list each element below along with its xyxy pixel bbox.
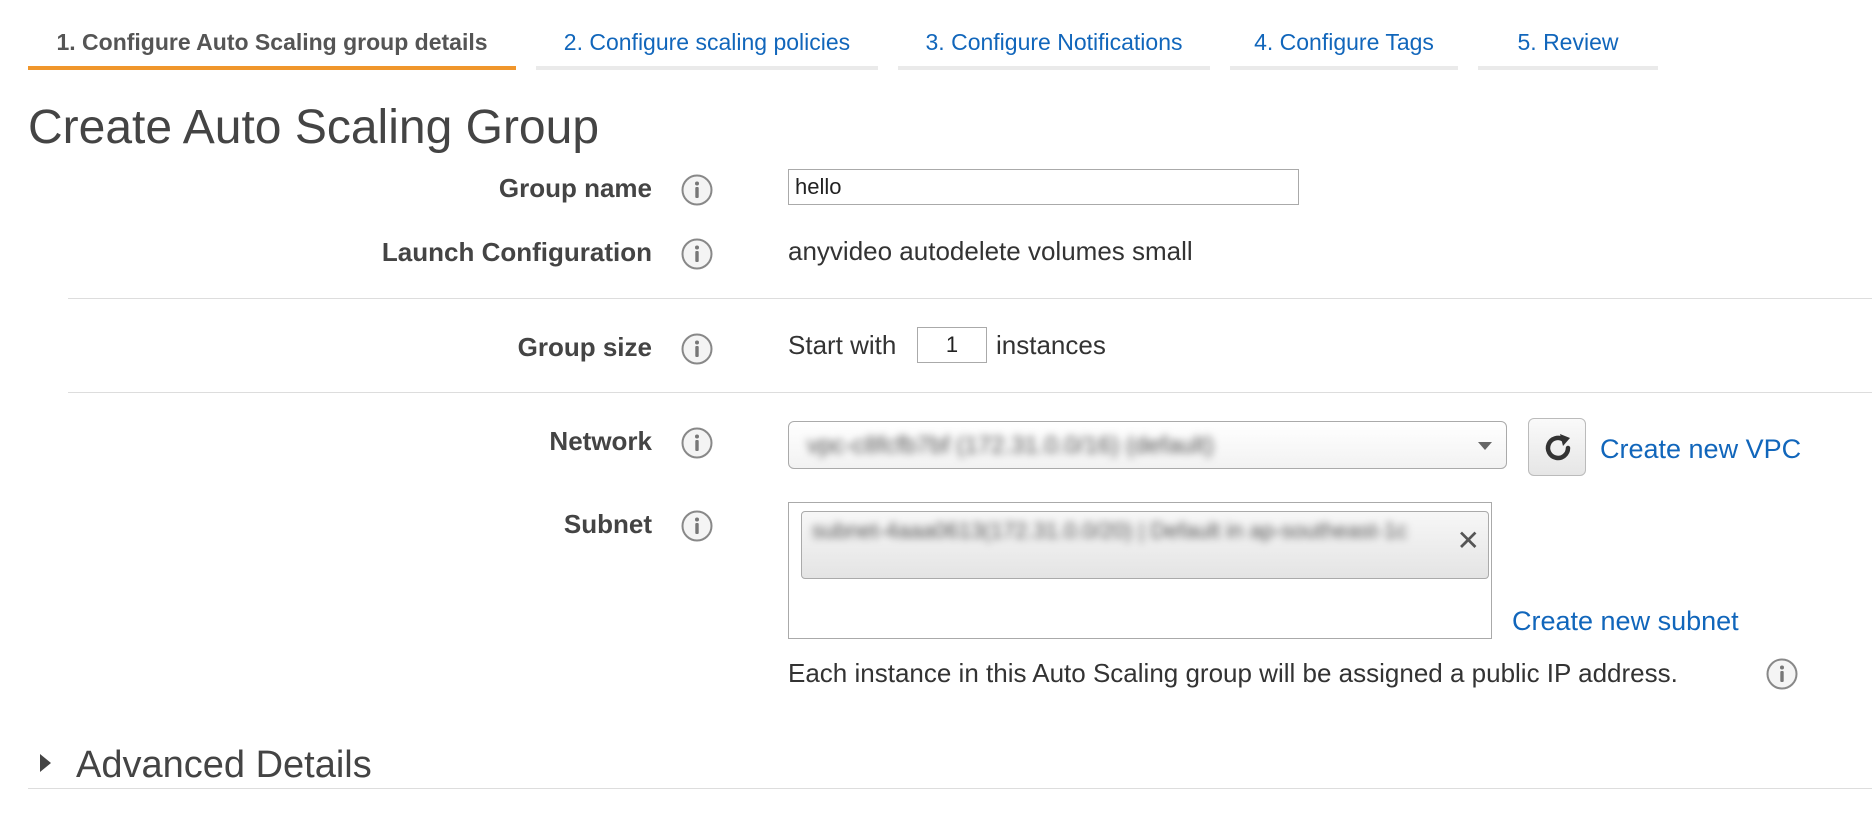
info-icon[interactable] [1766, 658, 1798, 690]
tab-scaling-policies[interactable]: 2. Configure scaling policies [536, 18, 878, 70]
refresh-networks-button[interactable] [1528, 418, 1586, 476]
chevron-down-icon [1478, 442, 1492, 450]
caret-right-icon[interactable] [40, 754, 51, 772]
network-select[interactable]: vpc-c8fcfb7bf (172.31.0.0/16) (default) [788, 421, 1507, 469]
tab-configure-details[interactable]: 1. Configure Auto Scaling group details [28, 18, 516, 70]
close-icon[interactable]: ✕ [1457, 526, 1480, 556]
create-new-subnet-link[interactable]: Create new subnet [1512, 606, 1739, 637]
network-selected-value: vpc-c8fcfb7bf (172.31.0.0/16) (default) [807, 432, 1214, 459]
launch-configuration-label: Launch Configuration [381, 237, 652, 267]
divider [28, 788, 1872, 789]
public-ip-note: Each instance in this Auto Scaling group… [788, 658, 1678, 688]
info-icon[interactable] [681, 427, 713, 459]
advanced-details-toggle[interactable]: Advanced Details [76, 744, 372, 787]
tab-review[interactable]: 5. Review [1478, 18, 1658, 70]
instance-count-input[interactable] [917, 327, 987, 363]
network-label: Network [549, 426, 652, 456]
subnet-label: Subnet [563, 509, 652, 539]
group-name-label: Group name [498, 173, 652, 203]
subnet-multiselect[interactable]: subnet-4aaa0613(172.31.0.0/20) | Default… [788, 502, 1492, 639]
info-icon[interactable] [681, 510, 713, 542]
group-size-prefix: Start with [788, 330, 897, 360]
info-icon[interactable] [681, 174, 713, 206]
launch-configuration-value: anyvideo autodelete volumes small [788, 236, 1193, 266]
info-icon[interactable] [681, 238, 713, 270]
group-size-suffix: instances [996, 330, 1106, 360]
subnet-chip: subnet-4aaa0613(172.31.0.0/20) | Default… [801, 511, 1489, 579]
refresh-icon [1545, 434, 1571, 461]
group-size-label: Group size [517, 332, 652, 362]
divider [68, 392, 1872, 393]
page-title: Create Auto Scaling Group [28, 101, 600, 154]
subnet-chip-label: subnet-4aaa0613(172.31.0.0/20) | Default… [812, 518, 1408, 543]
tab-tags[interactable]: 4. Configure Tags [1230, 18, 1458, 70]
create-new-vpc-link[interactable]: Create new VPC [1600, 434, 1801, 465]
info-icon[interactable] [681, 333, 713, 365]
tab-notifications[interactable]: 3. Configure Notifications [898, 18, 1210, 70]
group-name-input[interactable] [788, 169, 1299, 205]
divider [68, 298, 1872, 299]
